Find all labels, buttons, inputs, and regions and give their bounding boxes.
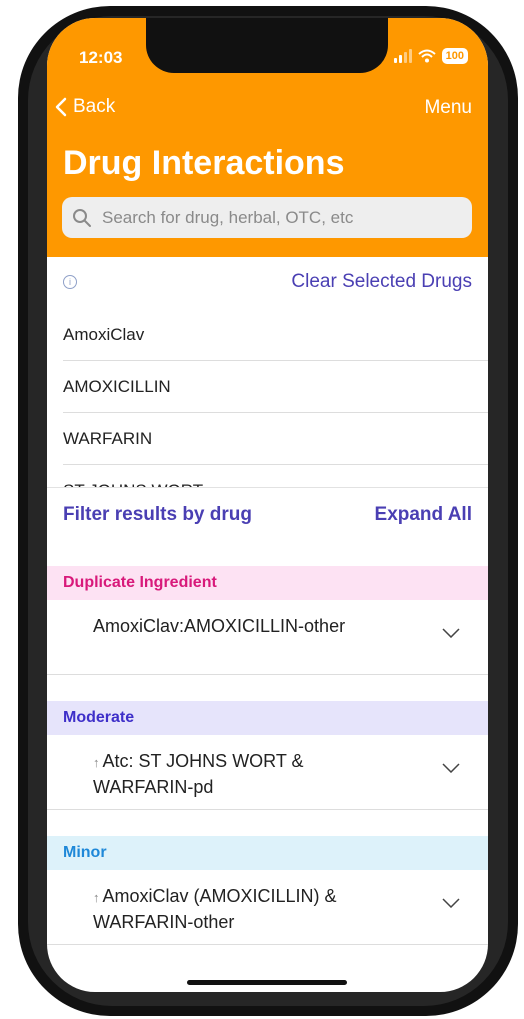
search-icon	[73, 208, 91, 227]
section-minor: Minor	[47, 836, 488, 870]
chevron-down-icon[interactable]	[442, 763, 460, 773]
expand-all-button[interactable]: Expand All	[375, 504, 472, 526]
chevron-left-icon	[55, 97, 67, 117]
section-label: Moderate	[63, 709, 135, 726]
notch	[146, 18, 388, 73]
list-item[interactable]: AmoxiClav	[63, 309, 488, 361]
interaction-row[interactable]: AmoxiClav:AMOXICILLIN-other	[47, 600, 488, 675]
search-bar[interactable]	[62, 197, 472, 238]
list-item[interactable]: WARFARIN	[63, 413, 488, 465]
info-icon[interactable]: i	[63, 275, 77, 289]
list-item[interactable]: ST JOHNS WORT	[63, 465, 488, 488]
wifi-icon	[417, 49, 436, 63]
chevron-down-icon[interactable]	[442, 628, 460, 638]
interaction-text: AmoxiClav:AMOXICILLIN-other	[93, 616, 346, 636]
section-moderate: Moderate	[47, 701, 488, 735]
list-item[interactable]: AMOXICILLIN	[63, 361, 488, 413]
search-input[interactable]	[100, 206, 464, 229]
section-label: Minor	[63, 844, 107, 861]
status-time: 12:03	[79, 48, 123, 67]
arrow-up-icon: ↑	[93, 890, 100, 905]
home-indicator	[187, 980, 347, 985]
filter-row: Filter results by drug Expand All	[47, 487, 488, 546]
back-label: Back	[73, 96, 116, 117]
clear-selected-drugs-button[interactable]: Clear Selected Drugs	[291, 271, 472, 293]
battery-icon: 100	[441, 48, 468, 64]
selected-drugs-list[interactable]: AmoxiClav AMOXICILLIN WARFARIN ST JOHNS …	[47, 309, 488, 487]
chevron-down-icon[interactable]	[442, 898, 460, 908]
interaction-label: AmoxiClav (AMOXICILLIN) & WARFARIN-other	[93, 886, 337, 932]
section-label: Duplicate Ingredient	[63, 574, 217, 591]
menu-button[interactable]: Menu	[424, 97, 472, 119]
section-duplicate-ingredient: Duplicate Ingredient	[47, 566, 488, 600]
back-button[interactable]: Back	[55, 96, 115, 118]
interaction-text: ↑ Atc: ST JOHNS WORT & WARFARIN-pd	[93, 749, 393, 799]
interaction-text: ↑ AmoxiClav (AMOXICILLIN) & WARFARIN-othe…	[93, 884, 393, 934]
header: 12:03 100 Back Menu Drug Interactions	[47, 18, 488, 257]
signal-icon	[393, 49, 412, 63]
interaction-label: Atc: ST JOHNS WORT & WARFARIN-pd	[93, 751, 304, 797]
app-screen: 12:03 100 Back Menu Drug Interactions Se…	[47, 18, 488, 992]
interaction-row[interactable]: ↑ AmoxiClav (AMOXICILLIN) & WARFARIN-othe…	[47, 870, 488, 945]
arrow-up-icon: ↑	[93, 755, 100, 770]
filter-results-button[interactable]: Filter results by drug	[63, 504, 252, 526]
interaction-row[interactable]: ↑ Atc: ST JOHNS WORT & WARFARIN-pd	[47, 735, 488, 810]
status-icons: 100	[393, 48, 468, 64]
selected-drugs-toolbar: i Clear Selected Drugs	[47, 257, 488, 309]
page-title: Drug Interactions	[63, 144, 345, 182]
